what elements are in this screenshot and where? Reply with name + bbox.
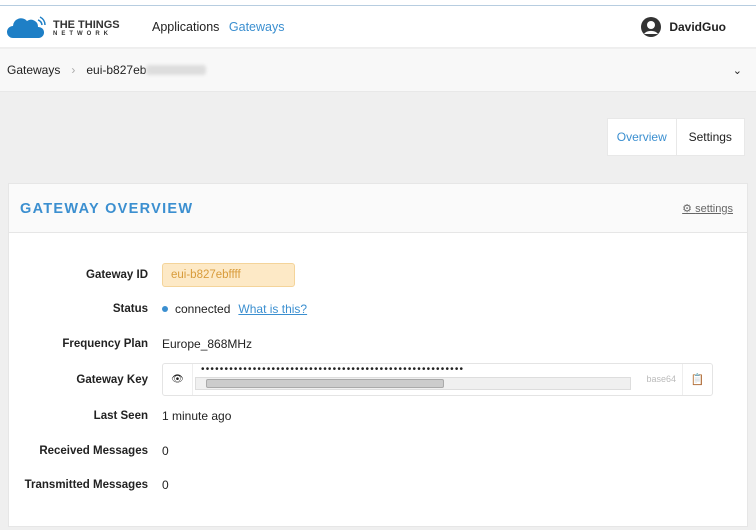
gateway-overview-card: GATEWAY OVERVIEW ⚙ settings Gateway ID eu…	[8, 183, 748, 527]
gateway-key-field: 👁 ••••••••••••••••••••••••••••••••••••••…	[162, 363, 713, 396]
last-seen-label: Last Seen	[93, 410, 148, 422]
received-messages-label: Received Messages	[39, 445, 148, 457]
transmitted-messages-label: Transmitted Messages	[24, 479, 148, 491]
avatar-icon	[641, 17, 662, 37]
cloud-icon	[7, 16, 46, 38]
last-seen-value: 1 minute ago	[162, 409, 232, 423]
key-format[interactable]: base64	[646, 374, 676, 384]
username: DavidGuo	[669, 20, 726, 34]
logo[interactable]: THE THINGS NETWORK	[7, 16, 120, 40]
nav-applications[interactable]: Applications	[152, 20, 219, 34]
gateway-key-masked[interactable]: ••••••••••••••••••••••••••••••••••••••••…	[201, 364, 631, 375]
nav-gateways[interactable]: Gateways	[229, 20, 285, 34]
user-menu[interactable]: DavidGuo	[641, 17, 726, 37]
breadcrumb: Gateways › eui-b827eb ⌄	[0, 49, 756, 92]
card-title: GATEWAY OVERVIEW	[20, 201, 194, 217]
logo-title: THE THINGS	[53, 18, 120, 31]
frequency-plan-label: Frequency Plan	[62, 338, 148, 350]
gateway-id-label: Gateway ID	[86, 269, 148, 281]
status-help-link[interactable]: What is this?	[238, 302, 307, 316]
settings-link[interactable]: ⚙ settings	[682, 202, 733, 215]
tabs: Overview Settings	[607, 118, 745, 156]
transmitted-messages-value: 0	[162, 478, 169, 492]
redacted	[146, 65, 207, 75]
clipboard-icon[interactable]: 📋	[682, 364, 712, 395]
main-nav: Applications Gateways	[152, 20, 290, 34]
gateway-id-value: eui-b827ebffff	[162, 263, 295, 287]
frequency-plan-value: Europe_868MHz	[162, 337, 253, 351]
horizontal-scrollbar[interactable]	[195, 377, 631, 390]
received-messages-value: 0	[162, 444, 169, 458]
chevron-right-icon: ›	[71, 63, 76, 77]
status-label: Status	[112, 303, 148, 315]
tab-settings[interactable]: Settings	[677, 119, 745, 155]
breadcrumb-current: eui-b827eb	[86, 63, 147, 77]
breadcrumb-gateways[interactable]: Gateways	[7, 63, 60, 77]
gear-icon: ⚙	[682, 203, 696, 215]
status-dot-icon	[162, 306, 168, 312]
chevron-down-icon[interactable]: ⌄	[733, 64, 742, 77]
tab-overview[interactable]: Overview	[608, 119, 677, 155]
header: THE THINGS NETWORK Applications Gateways …	[0, 6, 756, 48]
eye-icon[interactable]: 👁	[163, 364, 193, 395]
settings-link-label: settings	[695, 203, 733, 215]
logo-subtitle: NETWORK	[53, 30, 112, 37]
status-value: connected	[175, 302, 231, 316]
gateway-key-label: Gateway Key	[76, 373, 148, 386]
